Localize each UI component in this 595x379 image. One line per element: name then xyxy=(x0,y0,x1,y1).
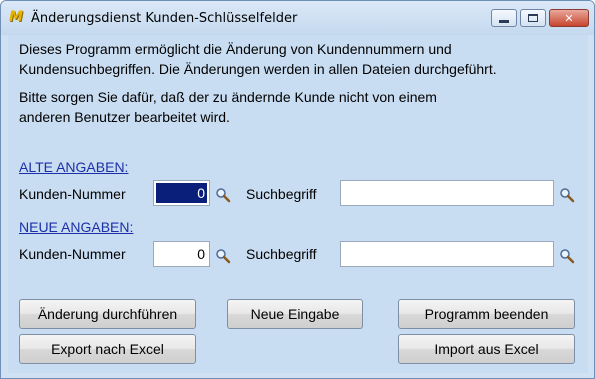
minimize-icon xyxy=(499,19,509,23)
m-logo-icon: M xyxy=(9,9,23,25)
title-bar[interactable]: M Änderungsdienst Kunden-Schlüsselfelder… xyxy=(1,1,594,35)
intro-line-1: Dieses Programm ermöglicht die Änderung … xyxy=(19,41,452,57)
maximize-icon xyxy=(528,14,538,22)
magnifier-icon[interactable] xyxy=(559,248,575,264)
new-customer-number-label: Kunden-Nummer xyxy=(19,246,126,262)
new-search-term-label: Suchbegriff xyxy=(246,246,317,262)
new-customer-number-input[interactable]: 0 xyxy=(153,241,210,267)
magnifier-icon[interactable] xyxy=(215,248,231,264)
old-search-term-input[interactable] xyxy=(340,180,554,206)
main-window: M Änderungsdienst Kunden-Schlüsselfelder… xyxy=(0,0,595,379)
new-data-heading: NEUE ANGABEN: xyxy=(19,219,134,235)
maximize-button[interactable] xyxy=(520,9,546,27)
magnifier-icon[interactable] xyxy=(215,187,231,203)
intro-line-3: Bitte sorgen Sie dafür, daß der zu änder… xyxy=(19,89,437,105)
form-panel: Dieses Programm ermöglicht die Änderung … xyxy=(8,35,588,373)
new-search-term-input[interactable] xyxy=(340,241,554,267)
old-data-heading: ALTE ANGABEN: xyxy=(19,159,129,175)
old-customer-number-input[interactable]: 0 xyxy=(153,180,210,206)
old-customer-number-label: Kunden-Nummer xyxy=(19,186,126,202)
close-button[interactable]: ✕ xyxy=(549,9,589,27)
import-excel-button[interactable]: Import aus Excel xyxy=(398,334,575,364)
window-title: Änderungsdienst Kunden-Schlüsselfelder xyxy=(31,11,298,26)
export-excel-button[interactable]: Export nach Excel xyxy=(19,334,196,364)
new-entry-button[interactable]: Neue Eingabe xyxy=(227,299,363,329)
old-customer-number-value: 0 xyxy=(156,183,207,203)
apply-change-button[interactable]: Änderung durchführen xyxy=(19,299,196,329)
intro-line-2: Kundensuchbegriffen. Die Änderungen werd… xyxy=(19,61,497,77)
old-search-term-label: Suchbegriff xyxy=(246,186,317,202)
minimize-button[interactable] xyxy=(491,9,517,27)
exit-program-button[interactable]: Programm beenden xyxy=(398,299,575,329)
intro-line-4: anderen Benutzer bearbeitet wird. xyxy=(19,109,230,125)
new-customer-number-value: 0 xyxy=(197,246,205,262)
close-icon: ✕ xyxy=(564,11,574,25)
magnifier-icon[interactable] xyxy=(559,187,575,203)
